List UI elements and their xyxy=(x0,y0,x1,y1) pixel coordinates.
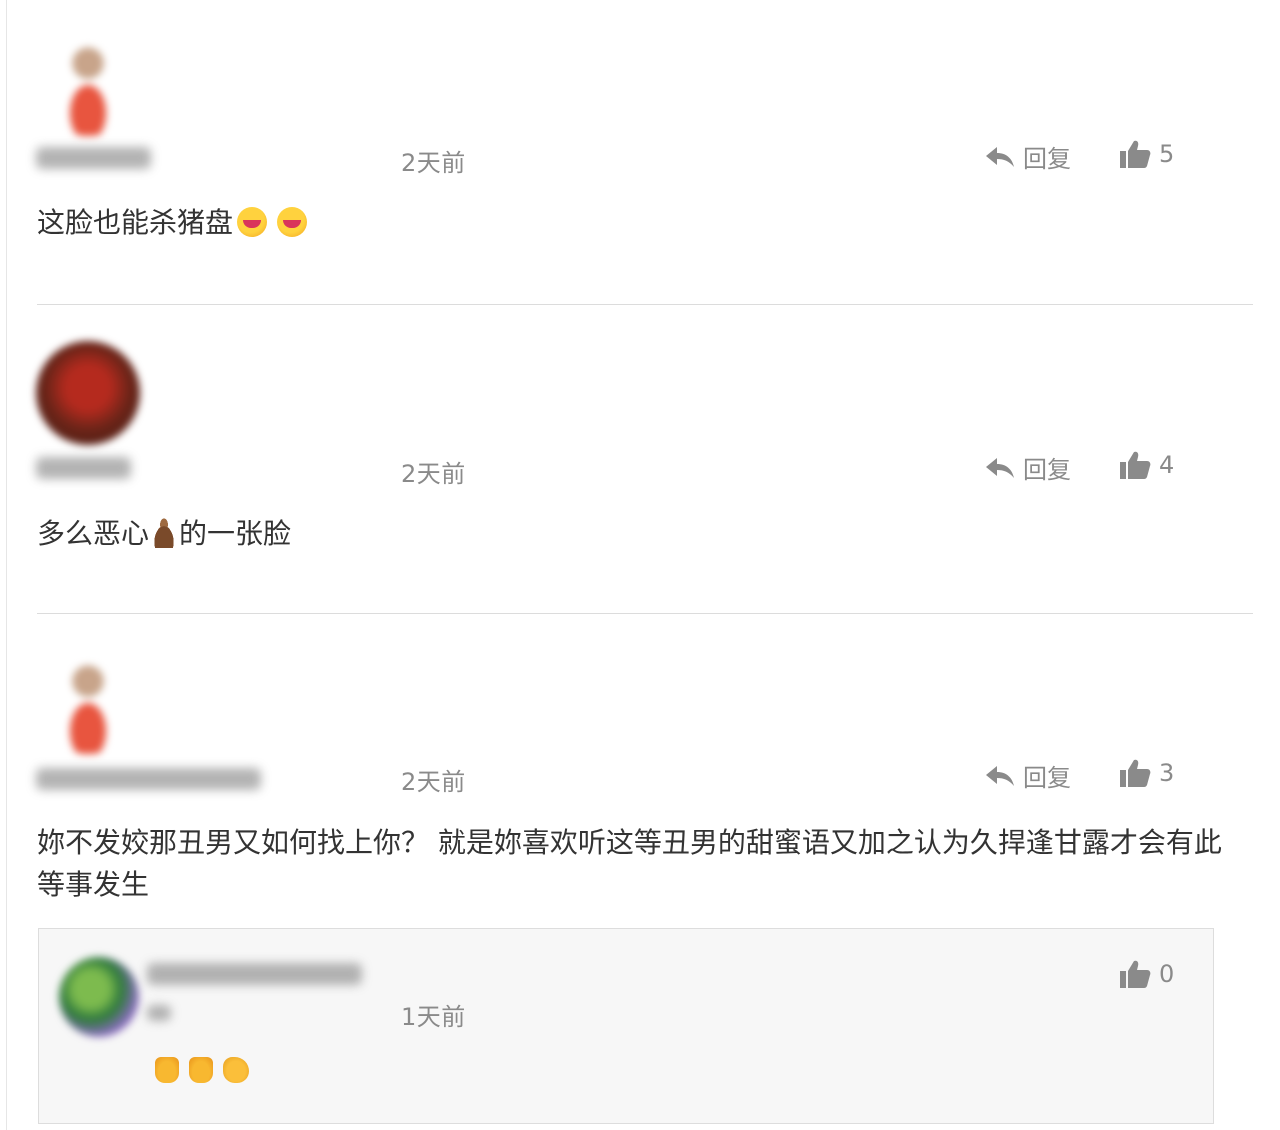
reply-label: 回复 xyxy=(1023,145,1071,173)
clapping-hands-icon xyxy=(223,1057,249,1083)
like-count: 3 xyxy=(1159,759,1175,787)
user-avatar[interactable] xyxy=(59,957,139,1037)
reply-button[interactable]: 回复 xyxy=(985,758,1071,793)
reply-button[interactable]: 回复 xyxy=(985,450,1071,485)
comment-body-before: 多么恶心 xyxy=(37,517,150,550)
like-button[interactable]: 0 xyxy=(1119,959,1174,989)
comment-body: 这脸也能杀猪盘 xyxy=(37,206,234,239)
username-blurred[interactable] xyxy=(147,963,362,985)
reply-emoji-row xyxy=(155,1057,249,1083)
comment-2: 2天前 回复 4 多么恶心 的一张脸 xyxy=(0,305,1280,615)
comment-timestamp: 2天前 xyxy=(401,460,466,488)
thumbs-up-icon xyxy=(1119,758,1151,788)
user-avatar[interactable] xyxy=(36,32,140,136)
reply-button[interactable]: 回复 xyxy=(985,139,1071,174)
user-avatar[interactable] xyxy=(36,650,140,754)
thumbs-up-icon xyxy=(155,1057,179,1083)
thumbs-up-icon xyxy=(1119,959,1151,989)
rolling-on-floor-laughing-icon xyxy=(277,207,308,237)
thumbs-up-icon xyxy=(1119,139,1151,169)
like-button[interactable]: 5 xyxy=(1119,139,1174,169)
username-blurred[interactable] xyxy=(36,147,151,169)
comment-text: 妳不发姣那丑男又如何找上你？ 就是妳喜欢听这等丑男的甜蜜语又加之认为久捍逢甘露才… xyxy=(37,826,1222,901)
reply-arrow-icon xyxy=(985,456,1015,480)
reply-label: 回复 xyxy=(1023,456,1071,484)
comment-1: 2天前 回复 5 这脸也能杀猪盘 xyxy=(0,0,1280,305)
thumbs-up-icon xyxy=(189,1057,213,1083)
comment-timestamp: 2天前 xyxy=(401,768,466,796)
comment-text: 多么恶心 的一张脸 xyxy=(37,513,1227,555)
username-blurred[interactable] xyxy=(36,768,261,790)
rolling-on-floor-laughing-icon xyxy=(237,207,268,237)
username-blurred-line2[interactable] xyxy=(147,1005,171,1021)
comment-body-after: 的一张脸 xyxy=(179,517,292,550)
comment-thread: 2天前 回复 5 这脸也能杀猪盘 2天前 回复 4 多么恶心 的一张脸 2天前 … xyxy=(0,0,1280,1130)
like-count: 0 xyxy=(1159,960,1175,988)
comment-timestamp: 2天前 xyxy=(401,149,466,177)
reply-arrow-icon xyxy=(985,764,1015,788)
pile-of-poo-icon xyxy=(149,518,180,548)
reply-label: 回复 xyxy=(1023,764,1071,792)
comment-text: 这脸也能杀猪盘 xyxy=(37,202,1227,244)
like-count: 4 xyxy=(1159,451,1175,479)
like-button[interactable]: 4 xyxy=(1119,450,1174,480)
user-avatar[interactable] xyxy=(36,341,140,445)
nested-reply: 1天前 0 xyxy=(38,928,1214,1124)
thumbs-up-icon xyxy=(1119,450,1151,480)
reply-arrow-icon xyxy=(985,145,1015,169)
username-blurred[interactable] xyxy=(36,457,131,479)
reply-timestamp: 1天前 xyxy=(401,1003,466,1031)
like-count: 5 xyxy=(1159,140,1175,168)
like-button[interactable]: 3 xyxy=(1119,758,1174,788)
